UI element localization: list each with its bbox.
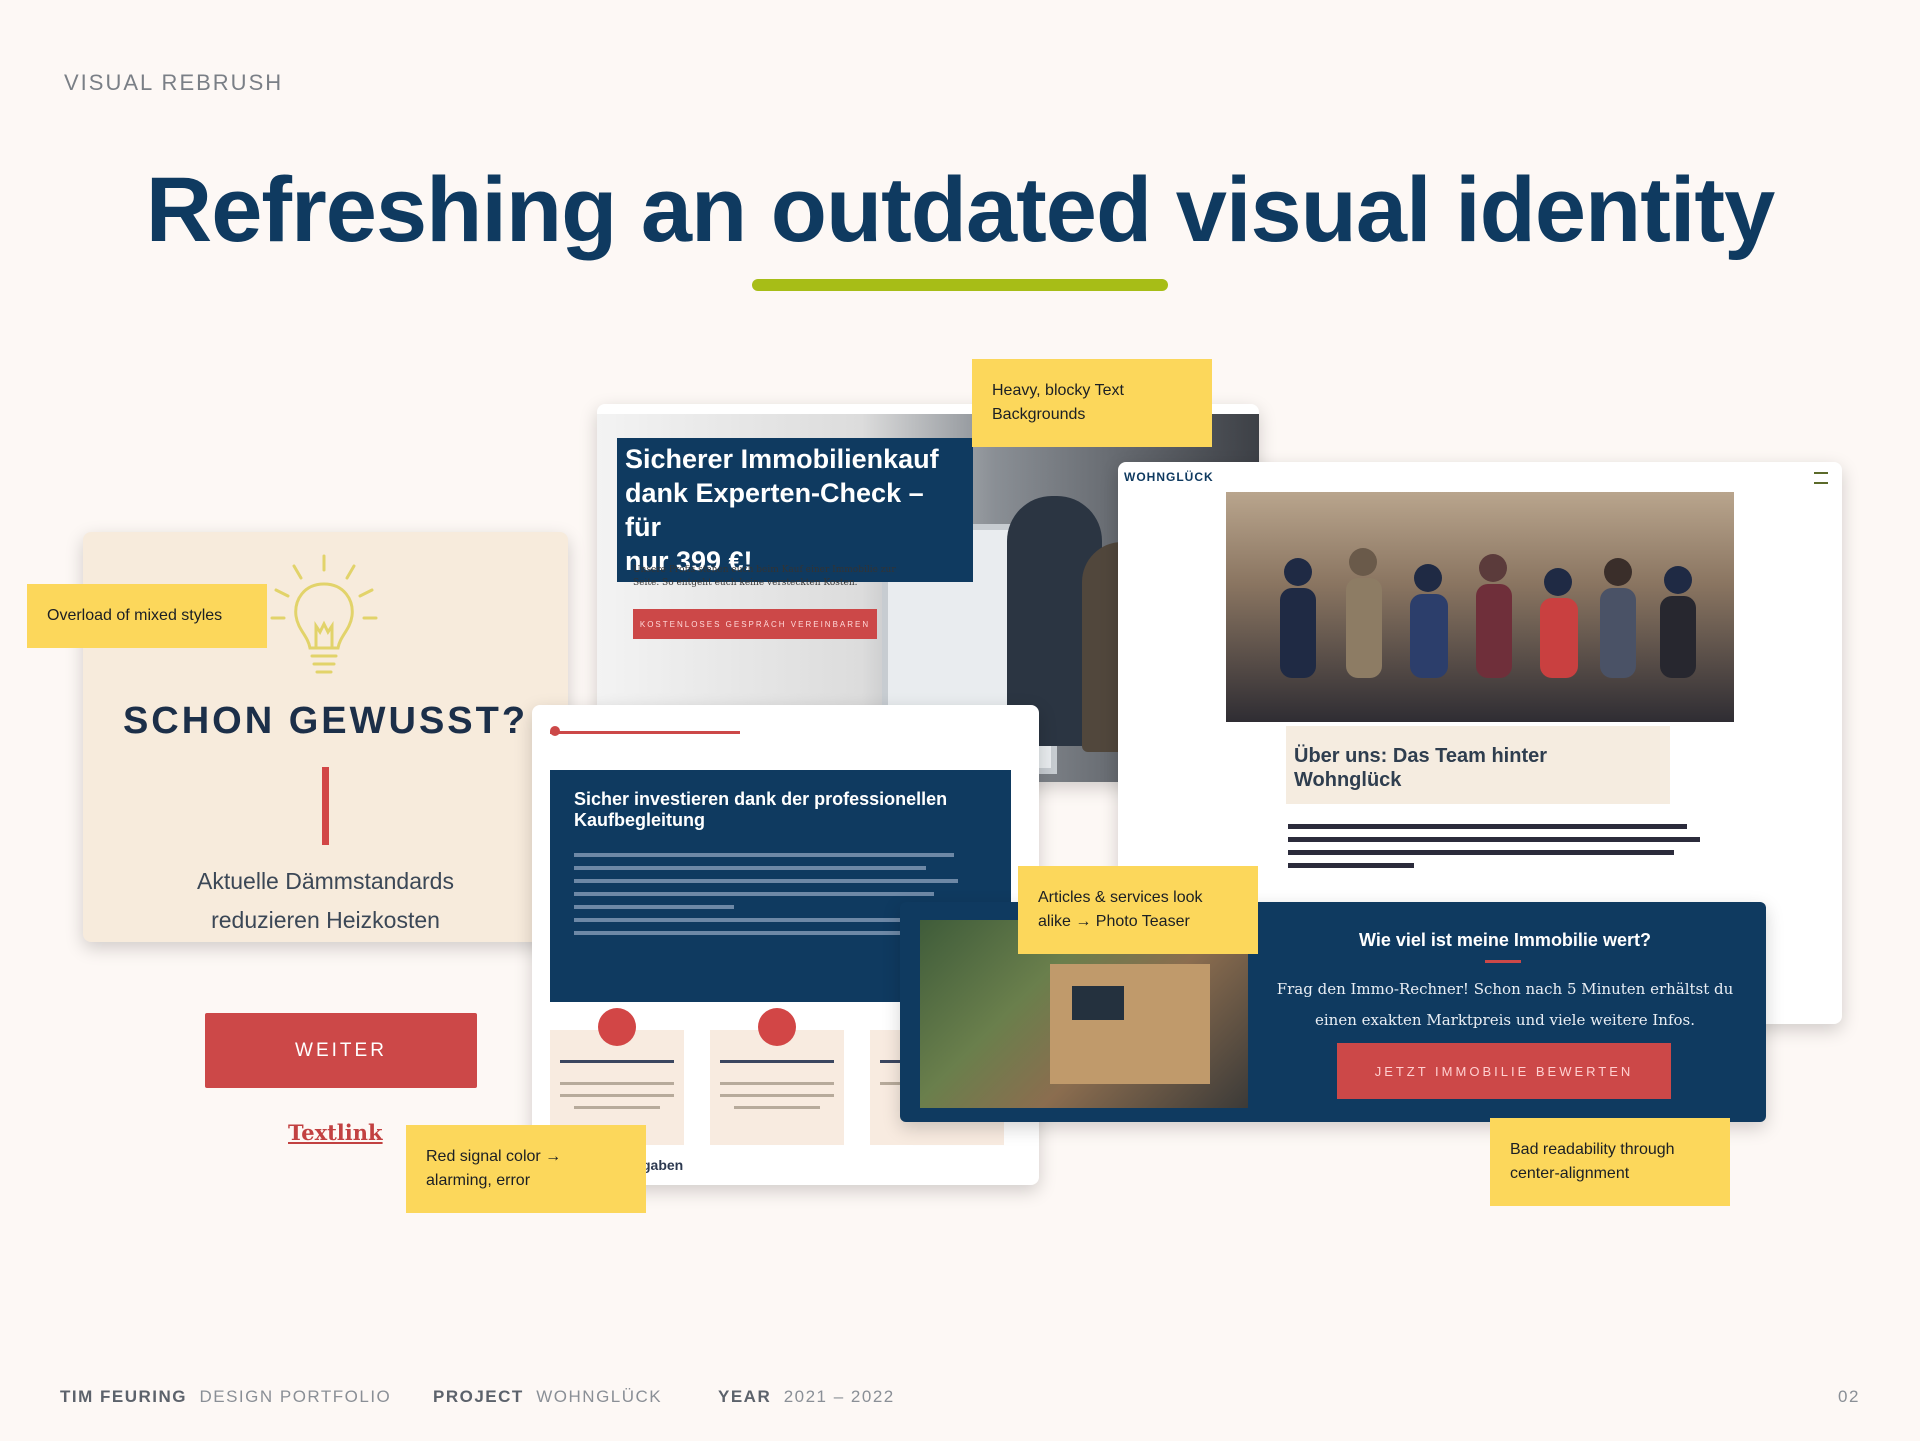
valuation-text: Frag den Immo-Rechner! Schon nach 5 Minu… bbox=[1276, 980, 1734, 1029]
page-number: 02 bbox=[1838, 1387, 1860, 1406]
hero-cta-button[interactable]: KOSTENLOSES GESPRÄCH VEREINBAREN bbox=[633, 609, 877, 639]
footer-label: PROJECT bbox=[433, 1387, 524, 1406]
info-title: SCHON GEWUSST? bbox=[122, 700, 529, 742]
footer-label: YEAR bbox=[718, 1387, 772, 1406]
info-divider bbox=[322, 767, 329, 845]
progress-line bbox=[550, 731, 740, 734]
title-underline bbox=[752, 279, 1168, 291]
hero-headline-line: Sicherer Immobilienkauf bbox=[625, 444, 939, 474]
person-icon bbox=[758, 1008, 796, 1046]
valuation-rule bbox=[1485, 960, 1521, 963]
team-caption-title[interactable]: Über uns: Das Team hinter Wohnglück bbox=[1294, 744, 1654, 792]
team-people-illustration bbox=[1280, 548, 1696, 678]
note-mixed-styles: Overload of mixed styles bbox=[27, 584, 267, 648]
page-title: Refreshing an outdated visual identity bbox=[145, 159, 1775, 261]
lightbulb-icon bbox=[264, 552, 384, 687]
footer-value: DESIGN PORTFOLIO bbox=[199, 1387, 392, 1406]
house-window bbox=[1072, 986, 1124, 1020]
note-articles-services: Articles & services look alike → Photo T… bbox=[1018, 866, 1258, 954]
valuation-title: Wie viel ist meine Immobilie wert? bbox=[1359, 930, 1651, 950]
hero-body-text: Unsere Profis stehen euch beim Kauf eine… bbox=[633, 565, 896, 588]
invest-title: Sicher investieren dank der professionel… bbox=[574, 789, 948, 830]
house-shape bbox=[1050, 964, 1210, 1084]
note-red-signal: Red signal color → alarming, error bbox=[406, 1125, 646, 1213]
info-text: Aktuelle Dämmstandards reduzieren Heizko… bbox=[83, 862, 568, 940]
wohnglueck-logo: WOHNGLÜCK bbox=[1124, 470, 1214, 484]
invest-footer-text: gaben bbox=[642, 1157, 684, 1173]
section-eyebrow: VISUAL REBRUSH bbox=[64, 70, 284, 95]
weiter-button[interactable]: WEITER bbox=[205, 1013, 477, 1088]
footer-author: TIM FEURING DESIGN PORTFOLIO bbox=[60, 1387, 391, 1407]
info-text-line: Aktuelle Dämmstandards bbox=[197, 868, 454, 894]
hero-headline-line: dank Experten-Check – für bbox=[625, 478, 924, 542]
info-text-line: reduzieren Heizkosten bbox=[211, 907, 440, 933]
valuation-cta-button[interactable]: JETZT IMMOBILIE BEWERTEN bbox=[1337, 1043, 1671, 1099]
note-blocky-backgrounds: Heavy, blocky Text Backgrounds bbox=[972, 359, 1212, 447]
team-body-text bbox=[1288, 824, 1708, 876]
footer-value: WOHNGLÜCK bbox=[536, 1387, 663, 1406]
footer-label: TIM FEURING bbox=[60, 1387, 187, 1406]
hero-headline: Sicherer Immobilienkauf dank Experten-Ch… bbox=[617, 438, 973, 582]
textlink[interactable]: Textlink bbox=[288, 1120, 383, 1145]
footer-project: PROJECT WOHNGLÜCK bbox=[433, 1387, 662, 1407]
footer-value: 2021 – 2022 bbox=[783, 1387, 895, 1406]
hamburger-menu-icon[interactable] bbox=[1814, 472, 1828, 484]
footer-year: YEAR 2021 – 2022 bbox=[718, 1387, 895, 1407]
phone-icon bbox=[598, 1008, 636, 1046]
note-readability: Bad readability through center-alignment bbox=[1490, 1118, 1730, 1206]
service-tile[interactable] bbox=[710, 1008, 844, 1145]
